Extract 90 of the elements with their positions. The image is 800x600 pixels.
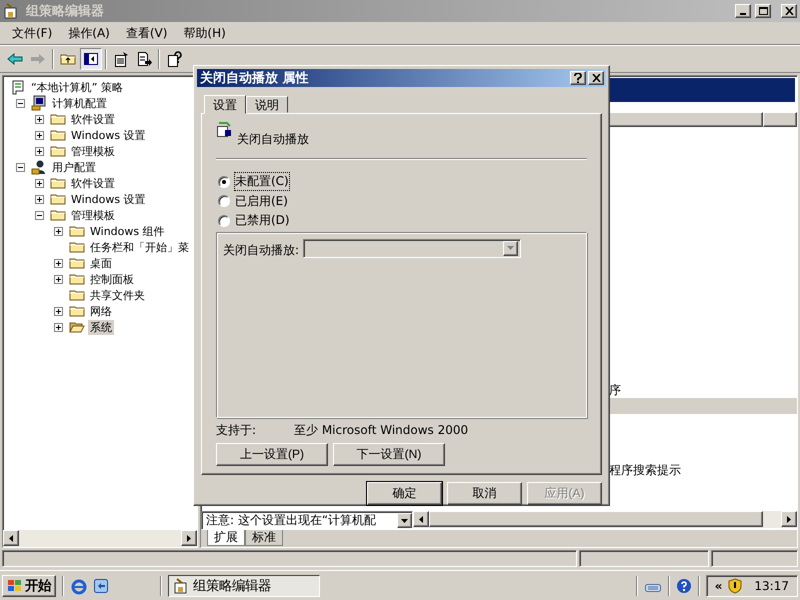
close-button[interactable] (781, 4, 797, 18)
windows-logo-icon (7, 578, 23, 592)
question-mark-icon (574, 73, 582, 83)
tree-item[interactable]: 任务栏和「开始」菜 (88, 240, 191, 254)
setting-name: 关闭自动播放 (237, 131, 309, 148)
tree-item[interactable]: 桌面 (88, 256, 114, 270)
help-icon[interactable] (676, 578, 692, 594)
dropdown-button[interactable] (397, 513, 412, 528)
tree-item[interactable]: 软件设置 (69, 176, 117, 190)
supported-value: 至少 Microsoft Windows 2000 (294, 422, 468, 439)
tab[interactable]: 设置 (204, 95, 246, 114)
expand-icon[interactable] (54, 258, 63, 268)
dialog-button[interactable]: 取消 (447, 482, 522, 504)
close-button[interactable] (588, 71, 604, 85)
expand-icon[interactable] (35, 194, 44, 204)
scroll-left-button[interactable] (413, 511, 429, 527)
expand-icon[interactable] (54, 226, 63, 236)
scrollbar-thumb[interactable] (429, 511, 763, 527)
view-tab[interactable]: 扩展 (207, 530, 245, 546)
tree-item[interactable]: Windows 设置 (69, 128, 148, 142)
right-arrow-icon (187, 534, 191, 542)
menu-item[interactable]: 文件(F) (6, 22, 58, 44)
tree-item[interactable]: 管理模板 (69, 144, 117, 158)
scroll-right-button[interactable] (781, 511, 797, 527)
expand-icon[interactable] (35, 178, 44, 188)
menu-item[interactable]: 操作(A) (62, 22, 116, 44)
show-hidden-icons-button[interactable]: « (714, 578, 722, 592)
radio-label[interactable]: 未配置(C) (235, 173, 289, 190)
scroll-right-button[interactable] (181, 530, 197, 546)
collapse-icon[interactable] (16, 98, 25, 108)
field-label: 关闭自动播放: (223, 242, 300, 258)
menu-item[interactable]: 查看(V) (120, 22, 174, 44)
nav-button[interactable]: 上一设置(P) (216, 442, 328, 466)
dialog-button[interactable]: 确定 (367, 482, 442, 504)
tree-toggle-icon[interactable] (80, 48, 102, 70)
radio-label[interactable]: 已禁用(D) (235, 212, 290, 230)
minimize-button[interactable] (735, 4, 751, 18)
tree-item[interactable]: 网络 (88, 304, 114, 318)
column-header[interactable] (763, 112, 797, 127)
tree-item[interactable]: 系统 (88, 320, 114, 334)
left-arrow-icon (9, 534, 13, 542)
tree-item[interactable]: Windows 组件 (88, 224, 167, 238)
expand-icon[interactable] (54, 322, 63, 332)
tree-item[interactable]: 共享文件夹 (88, 288, 147, 302)
taskbar-button[interactable]: 组策略编辑器 (168, 574, 320, 596)
app-icon (173, 578, 189, 594)
expand-icon[interactable] (35, 130, 44, 140)
radio-button[interactable] (218, 176, 230, 188)
radio-button[interactable] (218, 195, 230, 208)
menu-item[interactable]: 帮助(H) (177, 22, 232, 44)
expand-icon[interactable] (35, 114, 44, 124)
computer-icon (31, 95, 47, 111)
collapse-icon[interactable] (16, 162, 25, 172)
clock: 13:17 (754, 578, 789, 592)
down-arrow-icon (507, 246, 514, 250)
user-icon (31, 159, 47, 175)
tree-item[interactable]: 用户配置 (50, 160, 98, 174)
expand-icon[interactable] (54, 274, 63, 284)
shield-icon[interactable] (728, 578, 742, 594)
left-arrow-icon (419, 516, 423, 522)
close-icon (592, 74, 600, 82)
help-button[interactable] (570, 71, 586, 85)
radio-label[interactable]: 已启用(E) (235, 192, 288, 210)
tree-item[interactable]: 控制面板 (88, 272, 136, 286)
tree-item[interactable]: 管理模板 (69, 208, 117, 222)
close-icon (784, 7, 794, 15)
down-arrow-icon (401, 518, 408, 522)
maximize-button[interactable] (755, 4, 771, 18)
tree-item[interactable]: “本地计算机” 策略 (29, 80, 125, 94)
app-icon (3, 3, 19, 19)
scroll-icon (10, 79, 26, 95)
view-tab[interactable]: 标准 (245, 530, 283, 546)
tree-item[interactable]: 计算机配置 (50, 96, 109, 110)
window-title: 组策略编辑器 (26, 2, 105, 20)
supported-label: 支持于: (216, 422, 258, 439)
description-dropdown[interactable]: 注意: 这个设置出现在“计算机配 (201, 511, 413, 530)
radio-button[interactable] (218, 214, 230, 227)
expand-icon[interactable] (54, 306, 63, 316)
browser-icon[interactable] (70, 576, 88, 594)
expand-icon[interactable] (35, 146, 44, 156)
scroll-left-button[interactable] (3, 530, 19, 546)
nav-button[interactable]: 下一设置(N) (333, 442, 445, 466)
start-button[interactable]: 开始 (2, 574, 56, 596)
right-arrow-icon (787, 516, 791, 522)
maximize-icon (758, 7, 768, 15)
tree-item[interactable]: Windows 设置 (69, 192, 148, 206)
policy-icon (216, 122, 232, 138)
collapse-icon[interactable] (35, 210, 44, 220)
dialog-title: 关闭自动播放 属性 (200, 70, 310, 87)
tree-item[interactable]: 软件设置 (69, 112, 117, 126)
